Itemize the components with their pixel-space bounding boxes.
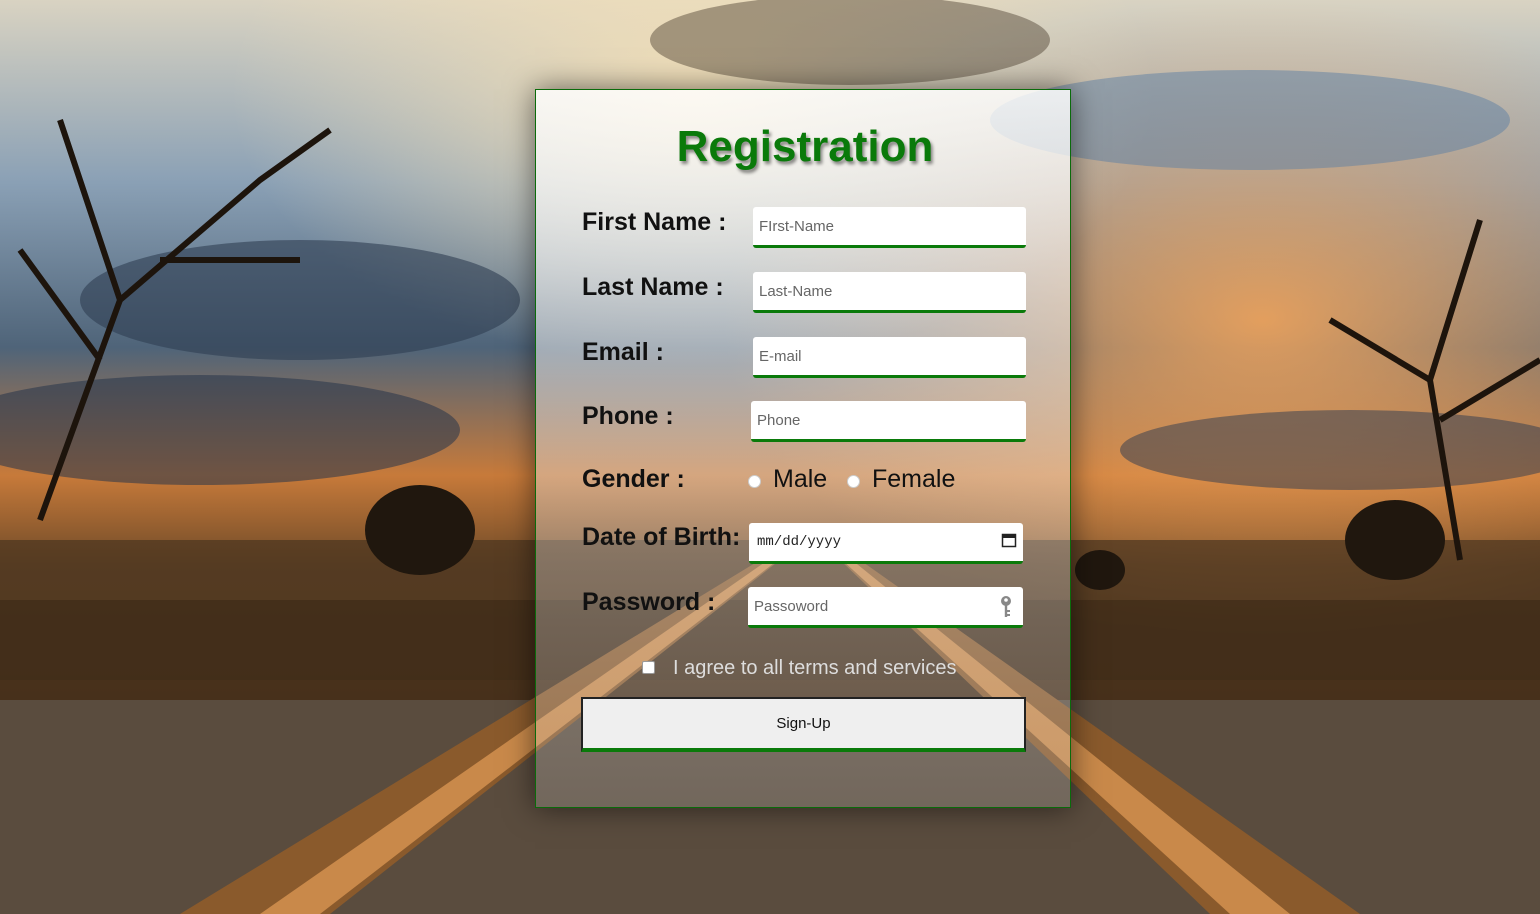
male-option-label: Male [773,465,828,493]
male-radio[interactable] [748,475,761,488]
phone-input[interactable] [751,401,1026,442]
phone-label: Phone : [582,402,674,430]
email-label: Email : [582,338,664,366]
password-label: Password : [582,588,716,616]
sign-up-button[interactable]: Sign-Up [581,697,1026,752]
first-name-label: First Name : [582,208,727,236]
password-field-wrapper [748,587,1023,628]
last-name-input[interactable] [753,272,1026,313]
female-option-label: Female [872,465,956,493]
terms-checkbox[interactable] [642,661,655,674]
female-radio[interactable] [847,475,860,488]
key-icon [1001,596,1011,617]
date-of-birth-input[interactable]: mm/dd/yyyy [749,523,1023,564]
dob-label: Date of Birth: [582,523,741,551]
email-input[interactable] [753,337,1026,378]
calendar-icon[interactable] [1001,532,1017,548]
page-title: Registration [676,122,934,171]
date-placeholder: mm/dd/yyyy [757,534,842,550]
gender-label: Gender : [582,465,685,493]
last-name-label: Last Name : [582,273,724,301]
terms-label: I agree to all terms and services [673,657,957,679]
first-name-input[interactable] [753,207,1026,248]
password-input[interactable] [748,587,1023,628]
